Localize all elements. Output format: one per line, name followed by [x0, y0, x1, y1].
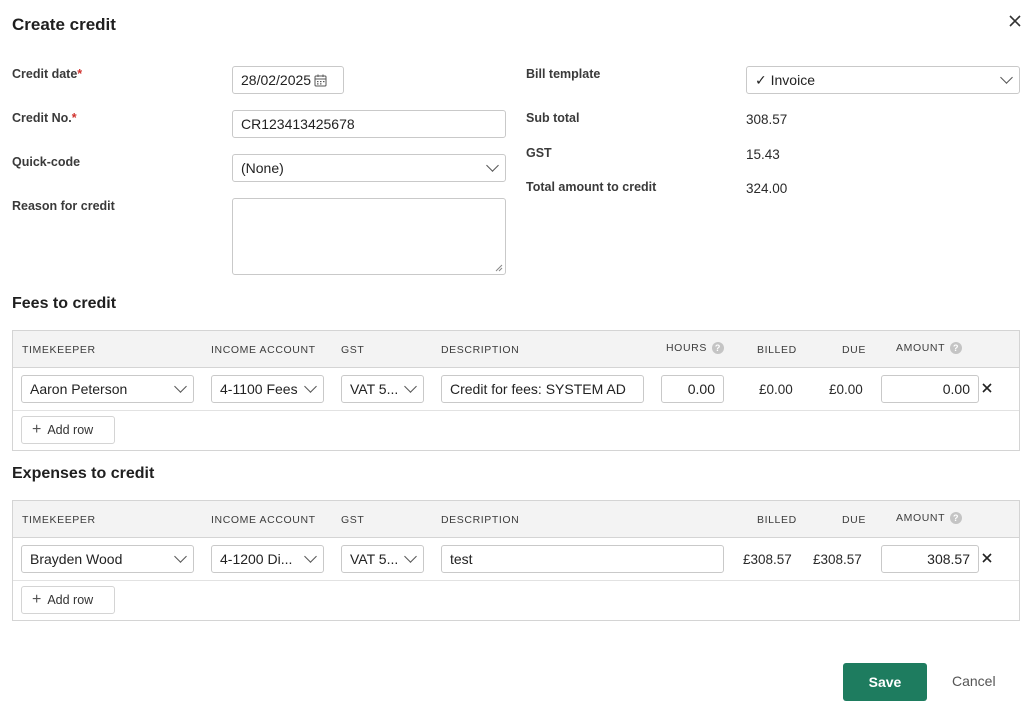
- col-hours: HOURS?: [666, 342, 724, 354]
- col-description: DESCRIPTION: [441, 344, 520, 356]
- close-icon[interactable]: [1006, 12, 1024, 30]
- chevron-down-icon: [304, 550, 317, 563]
- description-value: test: [450, 551, 473, 567]
- plus-icon: +: [32, 421, 42, 438]
- col-gst: GST: [341, 344, 365, 356]
- chevron-down-icon: [174, 380, 187, 393]
- col-due: DUE: [842, 344, 866, 356]
- billed-value: £308.57: [743, 552, 792, 567]
- billed-value: £0.00: [759, 382, 793, 397]
- chevron-down-icon: [486, 159, 499, 172]
- sub-total-label: Sub total: [526, 111, 580, 125]
- remove-row-icon[interactable]: [980, 381, 994, 395]
- col-gst: GST: [341, 514, 365, 526]
- description-input[interactable]: test: [441, 545, 724, 573]
- gst-value: VAT 5...: [350, 551, 399, 567]
- credit-no-label: Credit No.*: [12, 111, 77, 125]
- col-amount: AMOUNT?: [896, 512, 963, 524]
- income-account-value: 4-1100 Fees: [220, 381, 298, 397]
- col-timekeeper: TIMEKEEPER: [22, 344, 96, 356]
- col-billed: BILLED: [757, 344, 797, 356]
- chevron-down-icon: [1000, 71, 1013, 84]
- total-value: 324.00: [746, 181, 788, 196]
- timekeeper-select[interactable]: Brayden Wood: [21, 545, 194, 573]
- col-income-account: INCOME ACCOUNT: [211, 514, 316, 526]
- credit-no-field[interactable]: CR123413425678: [232, 110, 506, 138]
- cancel-button[interactable]: Cancel: [952, 673, 996, 689]
- calendar-icon[interactable]: [314, 74, 327, 87]
- gst-select[interactable]: VAT 5...: [341, 375, 424, 403]
- quick-code-select[interactable]: (None): [232, 154, 506, 182]
- chevron-down-icon: [304, 380, 317, 393]
- gst-value: 15.43: [746, 147, 780, 162]
- timekeeper-value: Aaron Peterson: [30, 381, 128, 397]
- chevron-down-icon: [404, 550, 417, 563]
- gst-value: VAT 5...: [350, 381, 399, 397]
- plus-icon: +: [32, 591, 42, 608]
- dialog-title: Create credit: [12, 15, 116, 34]
- row-divider: [13, 410, 1019, 411]
- due-value: £308.57: [813, 552, 862, 567]
- col-due: DUE: [842, 514, 866, 526]
- expenses-table-header: TIMEKEEPER INCOME ACCOUNT GST DESCRIPTIO…: [13, 501, 1019, 538]
- col-description: DESCRIPTION: [441, 514, 520, 526]
- sub-total-value: 308.57: [746, 112, 788, 127]
- add-row-label: Add row: [47, 423, 94, 437]
- help-icon[interactable]: ?: [950, 342, 963, 354]
- hours-input[interactable]: 0.00: [661, 375, 724, 403]
- chevron-down-icon: [404, 380, 417, 393]
- fees-section-title: Fees to credit: [12, 295, 117, 312]
- amount-input[interactable]: 0.00: [881, 375, 979, 403]
- credit-date-field[interactable]: 28/02/2025: [232, 66, 344, 94]
- chevron-down-icon: [174, 550, 187, 563]
- expenses-table: TIMEKEEPER INCOME ACCOUNT GST DESCRIPTIO…: [12, 500, 1020, 621]
- help-icon[interactable]: ?: [711, 342, 724, 354]
- hours-value: 0.00: [687, 381, 715, 397]
- total-label: Total amount to credit: [526, 180, 657, 194]
- income-account-select[interactable]: 4-1200 Di...: [211, 545, 324, 573]
- help-icon[interactable]: ?: [950, 512, 963, 524]
- bill-template-label: Bill template: [526, 67, 601, 81]
- timekeeper-select[interactable]: Aaron Peterson: [21, 375, 194, 403]
- credit-date-label: Credit date*: [12, 67, 83, 81]
- quick-code-value: (None): [241, 160, 284, 176]
- amount-input[interactable]: 308.57: [881, 545, 979, 573]
- add-row-label: Add row: [47, 593, 94, 607]
- credit-date-value: 28/02/2025: [241, 72, 312, 88]
- description-input[interactable]: Credit for fees: SYSTEM AD: [441, 375, 644, 403]
- reason-textarea[interactable]: [232, 198, 506, 275]
- expenses-section-title: Expenses to credit: [12, 465, 155, 482]
- save-button[interactable]: Save: [843, 663, 927, 701]
- reason-label: Reason for credit: [12, 199, 115, 213]
- gst-select[interactable]: VAT 5...: [341, 545, 424, 573]
- bill-template-select[interactable]: ✓ Invoice: [746, 66, 1020, 94]
- description-value: Credit for fees: SYSTEM AD: [450, 381, 626, 397]
- col-amount: AMOUNT?: [896, 342, 963, 354]
- remove-row-icon[interactable]: [980, 551, 994, 565]
- gst-label: GST: [526, 146, 552, 160]
- credit-no-value: CR123413425678: [241, 116, 355, 132]
- add-row-button[interactable]: + Add row: [21, 416, 115, 444]
- quick-code-label: Quick-code: [12, 155, 81, 169]
- fees-table: TIMEKEEPER INCOME ACCOUNT GST DESCRIPTIO…: [12, 330, 1020, 451]
- timekeeper-value: Brayden Wood: [30, 551, 123, 567]
- income-account-select[interactable]: 4-1100 Fees: [211, 375, 324, 403]
- row-divider: [13, 580, 1019, 581]
- col-billed: BILLED: [757, 514, 797, 526]
- resize-handle-icon[interactable]: [495, 264, 503, 272]
- amount-value: 0.00: [942, 381, 970, 397]
- fees-table-header: TIMEKEEPER INCOME ACCOUNT GST DESCRIPTIO…: [13, 331, 1019, 368]
- col-income-account: INCOME ACCOUNT: [211, 344, 316, 356]
- bill-template-value: ✓ Invoice: [755, 71, 815, 88]
- add-row-button[interactable]: + Add row: [21, 586, 115, 614]
- income-account-value: 4-1200 Di...: [220, 551, 293, 567]
- amount-value: 308.57: [927, 551, 970, 567]
- due-value: £0.00: [829, 382, 863, 397]
- col-timekeeper: TIMEKEEPER: [22, 514, 96, 526]
